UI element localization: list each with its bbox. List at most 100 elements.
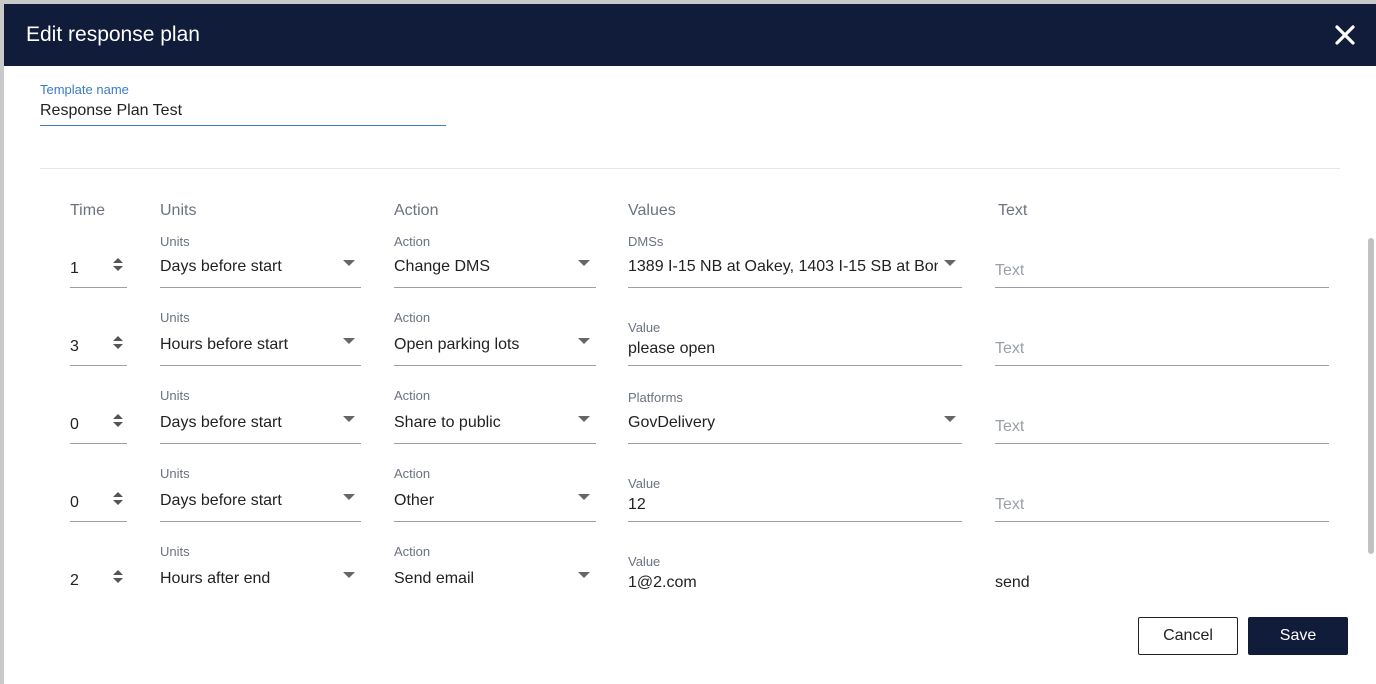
values-field[interactable]: Value 12 <box>628 466 962 522</box>
text-placeholder: Text <box>995 340 1025 357</box>
units-value: Days before start <box>160 258 282 275</box>
values-label: DMSs <box>628 234 664 249</box>
action-value: Other <box>394 492 435 509</box>
text-value: send <box>995 574 1030 591</box>
units-label: Units <box>160 544 190 559</box>
column-header-time: Time <box>70 202 105 219</box>
text-field[interactable]: send <box>995 544 1329 600</box>
chevron-down-icon <box>578 338 590 344</box>
units-select[interactable]: Units Days before start <box>160 388 361 444</box>
action-label: Action <box>394 544 431 559</box>
chevron-down-icon <box>343 338 355 344</box>
units-select[interactable]: Units Days before start <box>160 466 361 522</box>
values-field[interactable]: Platforms GovDelivery <box>628 388 962 444</box>
column-header-action: Action <box>394 202 439 219</box>
units-select[interactable]: Units Days before start <box>160 232 361 288</box>
units-label: Units <box>160 388 190 403</box>
column-header-units: Units <box>160 202 197 219</box>
units-value: Hours before start <box>160 336 289 353</box>
column-header-values: Values <box>628 202 676 219</box>
chevron-down-icon <box>944 260 956 266</box>
dialog-title: Edit response plan <box>26 23 200 46</box>
chevron-down-icon <box>578 416 590 422</box>
chevron-down-icon <box>944 416 956 422</box>
table-row: 3 Units Hours before start Action Open p… <box>4 310 1376 388</box>
action-value: Change DMS <box>394 258 491 275</box>
table-row: 1 Units Days before start Action Change … <box>4 232 1376 310</box>
time-stepper[interactable]: 1 <box>70 232 127 288</box>
chevron-down-icon <box>343 416 355 422</box>
chevron-down-icon <box>578 260 590 266</box>
time-stepper[interactable]: 2 <box>70 544 127 600</box>
template-name-field[interactable]: Template name <box>40 82 446 126</box>
chevron-down-icon <box>578 494 590 500</box>
time-value: 0 <box>70 416 79 433</box>
column-header-text: Text <box>998 202 1028 219</box>
stepper-arrows-icon[interactable] <box>113 414 123 430</box>
values-field[interactable]: Value please open <box>628 310 962 366</box>
stepper-arrows-icon[interactable] <box>113 570 123 586</box>
template-name-input[interactable] <box>40 100 446 122</box>
scrollbar[interactable] <box>1368 238 1374 554</box>
action-label: Action <box>394 466 431 481</box>
stepper-arrows-icon[interactable] <box>113 336 123 352</box>
time-value: 3 <box>70 338 79 355</box>
table-row: 2 Units Hours after end Action Send emai… <box>4 544 1376 622</box>
units-label: Units <box>160 466 190 481</box>
text-field[interactable]: Text <box>995 466 1329 522</box>
stepper-arrows-icon[interactable] <box>113 492 123 508</box>
save-button[interactable]: Save <box>1248 617 1348 655</box>
chevron-down-icon <box>578 572 590 578</box>
stepper-arrows-icon[interactable] <box>113 258 123 274</box>
time-value: 0 <box>70 494 79 511</box>
units-label: Units <box>160 234 190 249</box>
values-value: 1389 I-15 NB at Oakey, 1403 I-15 SB at B… <box>628 258 938 275</box>
time-stepper[interactable]: 0 <box>70 388 127 444</box>
units-select[interactable]: Units Hours before start <box>160 310 361 366</box>
template-name-label: Template name <box>40 82 129 97</box>
cancel-button[interactable]: Cancel <box>1138 617 1238 655</box>
values-label: Value <box>628 320 661 335</box>
action-label: Action <box>394 310 431 325</box>
time-stepper[interactable]: 0 <box>70 466 127 522</box>
text-field[interactable]: Text <box>995 310 1329 366</box>
table-row: 0 Units Days before start Action Other V… <box>4 466 1376 544</box>
action-select[interactable]: Action Share to public <box>394 388 596 444</box>
time-stepper[interactable]: 3 <box>70 310 127 366</box>
values-label: Value <box>628 476 661 491</box>
close-icon[interactable] <box>1334 24 1356 46</box>
action-select[interactable]: Action Other <box>394 466 596 522</box>
action-select[interactable]: Action Open parking lots <box>394 310 596 366</box>
action-value: Open parking lots <box>394 336 520 353</box>
units-value: Days before start <box>160 414 282 431</box>
values-value: please open <box>628 340 716 357</box>
edit-response-plan-dialog: Edit response plan Template name Time Un… <box>4 4 1376 684</box>
time-value: 1 <box>70 260 79 277</box>
divider <box>40 168 1340 169</box>
values-label: Value <box>628 554 661 569</box>
units-label: Units <box>160 310 190 325</box>
action-select[interactable]: Action Send email <box>394 544 596 600</box>
action-value: Send email <box>394 570 475 587</box>
table-row: 0 Units Days before start Action Share t… <box>4 388 1376 466</box>
values-value: 1@2.com <box>628 574 697 591</box>
action-select[interactable]: Action Change DMS <box>394 232 596 288</box>
values-value: GovDelivery <box>628 414 716 431</box>
action-label: Action <box>394 234 431 249</box>
units-value: Days before start <box>160 492 282 509</box>
chevron-down-icon <box>343 260 355 266</box>
values-field[interactable]: DMSs 1389 I-15 NB at Oakey, 1403 I-15 SB… <box>628 232 962 288</box>
units-select[interactable]: Units Hours after end <box>160 544 361 600</box>
values-field[interactable]: Value 1@2.com <box>628 544 962 600</box>
text-field[interactable]: Text <box>995 232 1329 288</box>
time-value: 2 <box>70 572 79 589</box>
action-value: Share to public <box>394 414 501 431</box>
text-field[interactable]: Text <box>995 388 1329 444</box>
values-label: Platforms <box>628 390 683 405</box>
values-value: 12 <box>628 496 646 513</box>
units-value: Hours after end <box>160 570 271 587</box>
chevron-down-icon <box>343 572 355 578</box>
text-placeholder: Text <box>995 418 1025 435</box>
text-placeholder: Text <box>995 496 1025 513</box>
text-placeholder: Text <box>995 262 1025 279</box>
